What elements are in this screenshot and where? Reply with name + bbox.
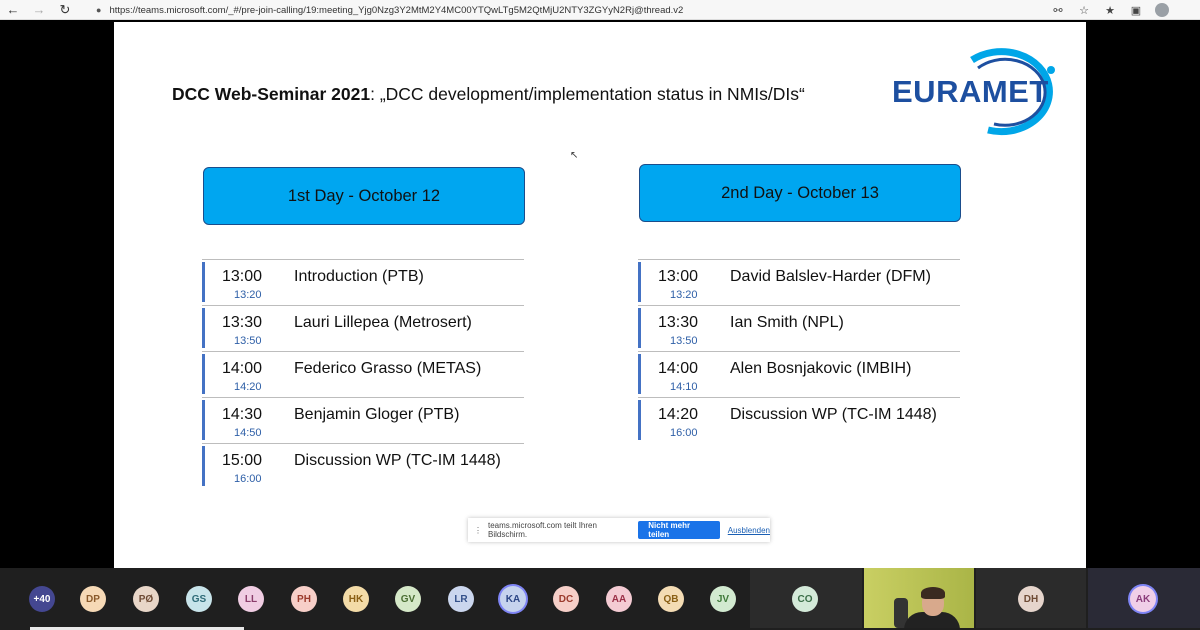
shared-slide: DCC Web-Seminar 2021: „DCC development/i… — [114, 22, 1086, 568]
end-time: 16:00 — [234, 473, 262, 485]
profile-icon[interactable] — [1154, 0, 1170, 20]
speaker-name: Lauri Lillepea (Metrosert) — [294, 314, 472, 331]
schedule-row: 13:30 13:50 Ian Smith (NPL) — [638, 305, 960, 351]
participant-avatar-ka[interactable]: KA — [500, 586, 526, 612]
participant-avatar-ll[interactable]: LL — [238, 586, 264, 612]
speaker-name: Federico Grasso (METAS) — [294, 360, 482, 377]
stop-sharing-button[interactable]: Nicht mehr teilen — [638, 521, 720, 539]
participant-avatar-ak[interactable]: AK — [1130, 586, 1156, 612]
lock-icon[interactable]: ● — [96, 5, 101, 15]
share-message: teams.microsoft.com teilt Ihren Bildschi… — [488, 521, 597, 539]
logo-text: EURAMET — [892, 74, 1049, 109]
participant-avatar-dc[interactable]: DC — [553, 586, 579, 612]
end-time: 13:20 — [670, 289, 698, 301]
speaker-name: Ian Smith (NPL) — [730, 314, 844, 331]
slide-title: DCC Web-Seminar 2021: „DCC development/i… — [172, 84, 805, 105]
day1-header: 1st Day - October 12 — [203, 167, 525, 225]
participant-avatar-dh[interactable]: DH — [1018, 586, 1044, 612]
forward-icon[interactable]: → — [26, 0, 52, 20]
mouse-cursor-icon: ↖ — [570, 150, 579, 161]
start-time: 13:30 — [222, 314, 263, 331]
start-time: 14:30 — [222, 406, 263, 423]
day2-schedule: 13:00 13:20 David Balslev-Harder (DFM) 13:3… — [638, 259, 960, 443]
speaker-name: David Balslev-Harder (DFM) — [730, 268, 931, 285]
schedule-row: 14:30 14:50 Benjamin Gloger (PTB) — [202, 397, 524, 443]
schedule-row: 13:00 13:20 David Balslev-Harder (DFM) — [638, 259, 960, 305]
start-time: 14:00 — [658, 360, 699, 377]
teams-screen-share-window: ← → ↻ ● https://teams.microsoft.com/_#/p… — [0, 0, 1200, 630]
more-participants-badge[interactable]: +40 — [29, 586, 55, 612]
address-bar-url: https://teams.microsoft.com/_#/pre-join-… — [109, 4, 684, 16]
hide-link[interactable]: Ausblenden — [728, 526, 770, 535]
end-time: 16:00 — [670, 427, 698, 439]
speaker-name: Benjamin Gloger (PTB) — [294, 406, 460, 423]
start-time: 13:30 — [658, 314, 699, 331]
participant-avatar-gv[interactable]: GV — [395, 586, 421, 612]
microphone-icon[interactable]: ⚯ — [1050, 0, 1066, 20]
start-time: 14:20 — [658, 406, 699, 423]
end-time: 13:20 — [234, 289, 262, 301]
start-time: 15:00 — [222, 452, 263, 469]
participant-avatar-gs[interactable]: GS — [186, 586, 212, 612]
start-time: 13:00 — [222, 268, 263, 285]
share-screen-icon: ⋮ — [474, 525, 482, 535]
end-time: 14:50 — [234, 427, 262, 439]
address-bar[interactable]: ● https://teams.microsoft.com/_#/pre-joi… — [96, 2, 1056, 18]
participants-strip: +40 DP PØ GS LL PH HK GV LR KA DC AA QB JV CO DH AK — [0, 568, 1200, 630]
participant-avatar-pø[interactable]: PØ — [133, 586, 159, 612]
reload-icon[interactable]: ↻ — [52, 0, 78, 20]
day2-header: 2nd Day - October 13 — [639, 164, 961, 222]
screen-share-notification: ⋮ teams.microsoft.com teilt Ihren Bildsc… — [468, 518, 770, 542]
favorites-icon[interactable]: ★ — [1102, 0, 1118, 20]
participant-avatar-dp[interactable]: DP — [80, 586, 106, 612]
collections-icon[interactable]: ▣ — [1128, 0, 1144, 20]
participant-avatar-co[interactable]: CO — [792, 586, 818, 612]
speaker-name: Discussion WP (TC-IM 1448) — [730, 406, 937, 423]
participant-avatar-lr[interactable]: LR — [448, 586, 474, 612]
end-time: 14:20 — [234, 381, 262, 393]
start-time: 14:00 — [222, 360, 263, 377]
participant-avatar-aa[interactable]: AA — [606, 586, 632, 612]
euramet-logo: EURAMET — [890, 48, 1060, 138]
schedule-row: 13:30 13:50 Lauri Lillepea (Metrosert) — [202, 305, 524, 351]
participant-video[interactable] — [864, 568, 974, 628]
participant-avatar-jv[interactable]: JV — [710, 586, 736, 612]
schedule-row: 14:00 14:10 Alen Bosnjakovic (IMBIH) — [638, 351, 960, 397]
end-time: 13:50 — [234, 335, 262, 347]
browser-toolbar: ← → ↻ ● https://teams.microsoft.com/_#/p… — [0, 0, 1200, 20]
back-icon[interactable]: ← — [0, 0, 26, 20]
speaker-name: Alen Bosnjakovic (IMBIH) — [730, 360, 912, 377]
slide-title-bold: DCC Web-Seminar 2021 — [172, 84, 371, 104]
schedule-row: 14:20 16:00 Discussion WP (TC-IM 1448) — [638, 397, 960, 443]
slide-title-rest: : „DCC development/implementation status… — [370, 84, 805, 104]
speaker-name: Introduction (PTB) — [294, 268, 424, 285]
schedule-row: 14:00 14:20 Federico Grasso (METAS) — [202, 351, 524, 397]
participant-avatar-qb[interactable]: QB — [658, 586, 684, 612]
speaker-name: Discussion WP (TC-IM 1448) — [294, 452, 501, 469]
schedule-row: 13:00 13:20 Introduction (PTB) — [202, 259, 524, 305]
schedule-row: 15:00 16:00 Discussion WP (TC-IM 1448) — [202, 443, 524, 489]
star-icon[interactable]: ☆ — [1076, 0, 1092, 20]
participant-avatar-hk[interactable]: HK — [343, 586, 369, 612]
end-time: 13:50 — [670, 335, 698, 347]
end-time: 14:10 — [670, 381, 698, 393]
start-time: 13:00 — [658, 268, 699, 285]
day1-schedule: 13:00 13:20 Introduction (PTB) 13:30 13:50 La… — [202, 259, 524, 489]
participant-avatar-ph[interactable]: PH — [291, 586, 317, 612]
